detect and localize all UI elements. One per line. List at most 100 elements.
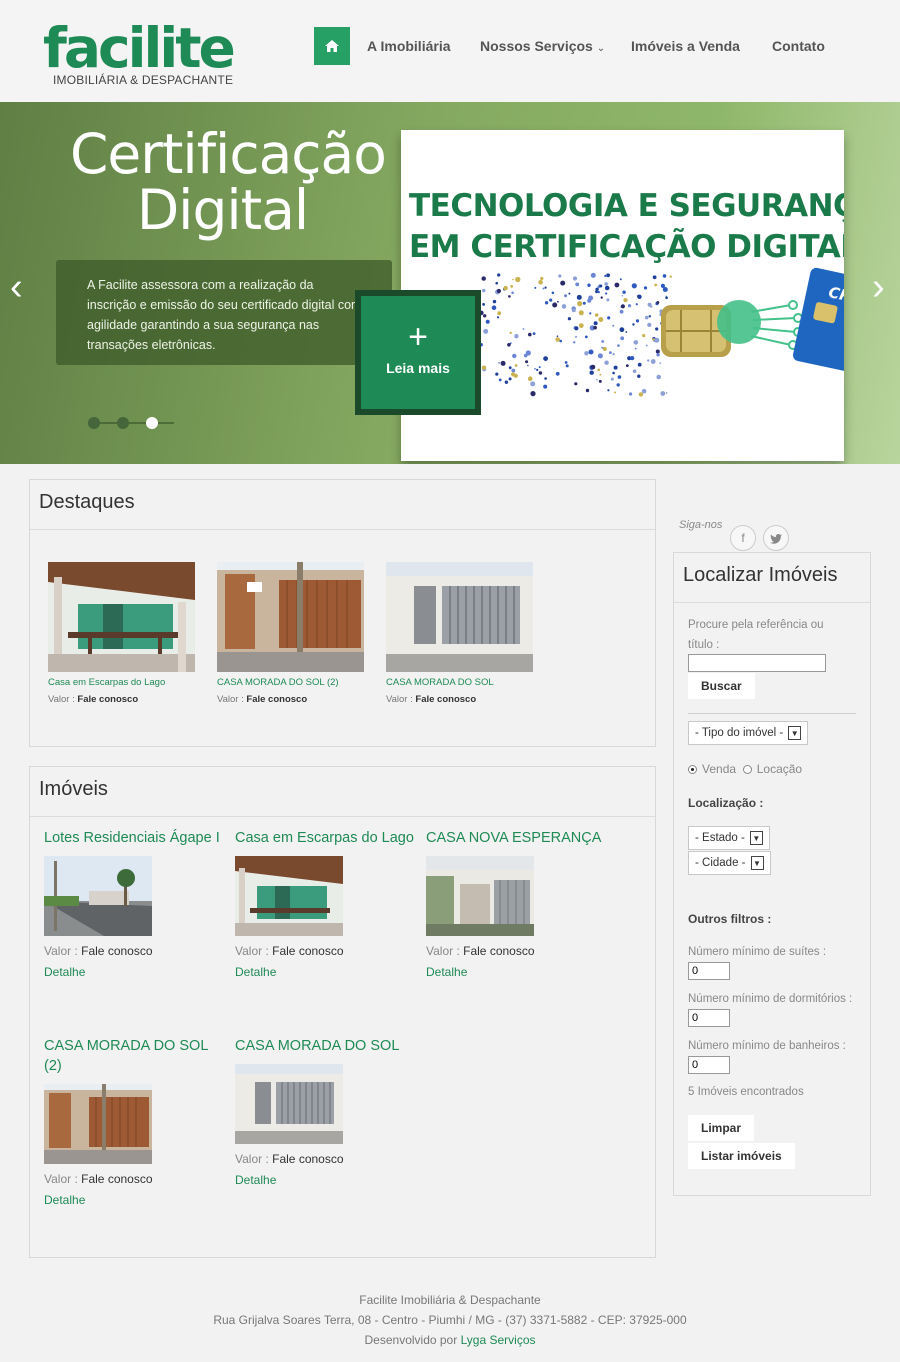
slide-title: Certificação Digital [70,122,387,242]
property-detail-link[interactable]: Detalhe [235,1173,415,1187]
property-item: CASA NOVA ESPERANÇA Valor : Fale conosco… [426,828,606,979]
property-detail-link[interactable]: Detalhe [44,965,224,979]
slider-next-arrow-icon[interactable]: › [872,267,885,307]
property-item: Lotes Residenciais Ágape I Valor : Fale … [44,828,224,979]
featured-thumb-grey-gate[interactable] [386,562,533,672]
featured-item[interactable]: Casa em Escarpas do Lago Valor : Fale co… [48,562,198,705]
city-value: - Cidade - [695,857,746,869]
twitter-icon[interactable] [763,525,789,551]
nav-imoveis-venda[interactable]: Imóveis a Venda [631,38,740,54]
slider-dot-3[interactable] [146,417,158,429]
featured-value-label: Valor : [386,694,413,705]
property-value: Valor : Fale conosco [44,1172,224,1186]
property-search-panel: Localizar Imóveis Procure pela referênci… [673,552,871,1196]
read-more-button[interactable]: + Leia mais [355,290,481,415]
suites-label: Número mínimo de suítes : [688,946,827,958]
facebook-icon[interactable]: f [730,525,756,551]
property-thumb-grey-gate[interactable] [235,1064,343,1144]
featured-name[interactable]: Casa em Escarpas do Lago [48,677,198,688]
property-item: CASA MORADA DO SOL (2) Valor : Fale cono… [44,1036,224,1207]
property-value: Valor : Fale conosco [44,944,224,958]
suites-input[interactable] [688,962,730,980]
nav-contato[interactable]: Contato [772,38,825,54]
property-value-text: Fale conosco [463,944,535,958]
footer-company: Facilite Imobiliária & Despachante [359,1293,541,1307]
featured-name[interactable]: CASA MORADA DO SOL (2) [217,677,367,688]
site-footer: Facilite Imobiliária & Despachante Rua G… [0,1290,900,1350]
state-select[interactable]: - Estado - ▼ [688,826,770,850]
property-thumb-wood-gate[interactable] [44,1084,152,1164]
slide-title-line2: Digital [136,178,309,242]
bathrooms-input[interactable] [688,1056,730,1074]
footer-address: Rua Grijalva Soares Terra, 08 - Centro -… [213,1313,687,1327]
site-logo[interactable]: facilite IMOBILIÁRIA & DESPACHANTE [43,12,243,92]
hero-slider: Certificação Digital A Facilite assessor… [0,102,900,464]
bedrooms-label: Número mínimo de dormitórios : [688,993,853,1005]
property-value: Valor : Fale conosco [235,944,415,958]
slide-title-line1: Certificação [70,122,387,186]
property-name[interactable]: CASA MORADA DO SOL [235,1036,415,1056]
footer-credits-prefix: Desenvolvido por [364,1333,458,1347]
search-button[interactable]: Buscar [688,673,755,699]
digital-certificate-illustration: CPF [479,267,844,397]
featured-item[interactable]: CASA MORADA DO SOL (2) Valor : Fale cono… [217,562,367,705]
list-properties-button[interactable]: Listar imóveis [688,1143,795,1169]
property-thumb-lots[interactable] [44,856,152,936]
radio-locacao[interactable] [742,765,752,774]
featured-thumb-wood-gate[interactable] [217,562,364,672]
featured-name[interactable]: CASA MORADA DO SOL [386,677,536,688]
property-value-label: Valor : [44,944,78,958]
property-value: Valor : Fale conosco [235,1152,415,1166]
property-detail-link[interactable]: Detalhe [235,965,415,979]
bathrooms-label: Número mínimo de banheiros : [688,1040,846,1052]
bedrooms-input[interactable] [688,1009,730,1027]
deal-type-radios: Venda Locação [688,759,802,779]
chevron-down-icon: ▼ [749,830,763,845]
nav-servicos[interactable]: Nossos Serviços ⌄ [480,38,605,54]
radio-venda[interactable] [688,765,697,774]
property-detail-link[interactable]: Detalhe [44,1193,224,1207]
featured-value-text: Fale conosco [77,694,139,705]
property-value-label: Valor : [44,1172,78,1186]
property-name[interactable]: CASA NOVA ESPERANÇA [426,828,606,848]
property-name[interactable]: Lotes Residenciais Ágape I [44,828,224,848]
property-thumb-terrace[interactable] [235,856,343,936]
properties-panel: Imóveis Lotes Residenciais Ágape I Valor… [29,766,656,1258]
nav-imobiliaria[interactable]: A Imobiliária [367,38,451,54]
radio-locacao-label: Locação [756,762,803,776]
property-type-select[interactable]: - Tipo do imóvel - ▼ [688,721,809,745]
slider-pagination [88,416,178,430]
banner-title-line1: TECNOLOGIA E SEGURANÇA [409,188,844,224]
featured-thumb-terrace[interactable] [48,562,195,672]
featured-value: Valor : Fale conosco [217,694,367,705]
nav-servicos-label: Nossos Serviços [480,38,593,54]
slide-caption: A Facilite assessora com a realização da… [56,260,392,365]
property-name[interactable]: Casa em Escarpas do Lago [235,828,415,848]
banner-title: TECNOLOGIA E SEGURANÇA EM CERTIFICAÇÃO D… [409,186,844,268]
site-header: facilite IMOBILIÁRIA & DESPACHANTE A Imo… [0,0,900,102]
property-value: Valor : Fale conosco [426,944,606,958]
property-item: CASA MORADA DO SOL Valor : Fale conosco … [235,1036,415,1187]
slider-dot-1[interactable] [88,417,100,429]
footer-developer-link[interactable]: Lyga Serviços [461,1333,536,1347]
city-select[interactable]: - Cidade - ▼ [688,851,771,875]
featured-value: Valor : Fale conosco [386,694,536,705]
chevron-down-icon: ⌄ [596,43,606,54]
featured-value-text: Fale conosco [246,694,308,705]
property-value-label: Valor : [235,1152,269,1166]
property-value-text: Fale conosco [81,944,153,958]
property-name[interactable]: CASA MORADA DO SOL (2) [44,1036,224,1076]
read-more-inner: + Leia mais [361,296,475,409]
featured-item[interactable]: CASA MORADA DO SOL Valor : Fale conosco [386,562,536,705]
clear-button[interactable]: Limpar [688,1115,755,1141]
plus-icon: + [408,318,428,356]
home-icon[interactable] [314,27,350,65]
property-detail-link[interactable]: Detalhe [426,965,606,979]
search-panel-title: Localizar Imóveis [674,553,870,603]
slider-dot-2[interactable] [117,417,129,429]
slider-prev-arrow-icon[interactable]: ‹ [10,267,23,307]
chevron-down-icon: ▼ [788,725,802,740]
property-value-label: Valor : [426,944,460,958]
property-thumb-new-house[interactable] [426,856,534,936]
search-input[interactable] [688,654,826,672]
